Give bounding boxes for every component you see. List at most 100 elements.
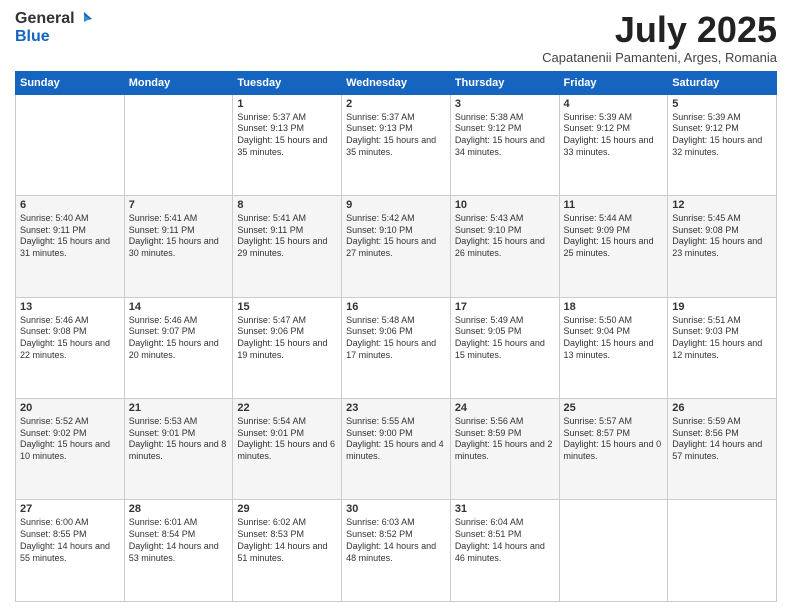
calendar-cell: 4 Sunrise: 5:39 AM Sunset: 9:12 PM Daylig… [559,94,668,195]
calendar-week-5: 27Sunrise: 6:00 AM Sunset: 8:55 PM Dayli… [16,500,777,602]
col-sunday: Sunday [16,71,125,94]
calendar-cell: 15 Sunrise: 5:47 AM Sunset: 9:06 PM Dayli… [233,297,342,398]
calendar-cell: 22 Sunrise: 5:54 AM Sunset: 9:01 PM Dayli… [233,399,342,500]
cell-content: Sunrise: 5:37 AM Sunset: 9:13 PM Dayligh… [346,112,446,159]
day-number: 28 [129,503,229,515]
calendar-cell: 9 Sunrise: 5:42 AM Sunset: 9:10 PM Daylig… [342,196,451,297]
day-number: 19 [672,301,772,313]
cell-content: Sunrise: 5:54 AM Sunset: 9:01 PM Dayligh… [237,416,337,463]
calendar-cell: 28 Sunrise: 6:01 AM Sunset: 8:54 PM Dayli… [124,500,233,602]
page: General Blue July 2025 Capatanenii Paman… [0,0,792,612]
calendar-cell: 13 Sunrise: 5:46 AM Sunset: 9:08 PM Dayli… [16,297,125,398]
col-monday: Monday [124,71,233,94]
calendar-week-1: 1 Sunrise: 5:37 AM Sunset: 9:13 PM Daylig… [16,94,777,195]
calendar-cell: 31 Sunrise: 6:04 AM Sunset: 8:51 PM Dayli… [450,500,559,602]
calendar-cell: 25Sunrise: 5:57 AM Sunset: 8:57 PM Dayli… [559,399,668,500]
day-number: 10 [455,199,555,211]
day-number: 8 [237,199,337,211]
cell-content: Sunrise: 6:04 AM Sunset: 8:51 PM Dayligh… [455,517,555,564]
cell-content: Sunrise: 5:42 AM Sunset: 9:10 PM Dayligh… [346,213,446,260]
calendar-cell: 20 Sunrise: 5:52 AM Sunset: 9:02 PM Dayli… [16,399,125,500]
logo-general-text: General [15,10,75,28]
cell-content: Sunrise: 5:43 AM Sunset: 9:10 PM Dayligh… [455,213,555,260]
calendar-cell: 27Sunrise: 6:00 AM Sunset: 8:55 PM Dayli… [16,500,125,602]
day-number: 26 [672,402,772,414]
cell-content: Sunrise: 5:52 AM Sunset: 9:02 PM Dayligh… [20,416,120,463]
cell-content: Sunrise: 5:47 AM Sunset: 9:06 PM Dayligh… [237,315,337,362]
calendar-cell: 8 Sunrise: 5:41 AM Sunset: 9:11 PM Daylig… [233,196,342,297]
cell-content: Sunrise: 5:50 AM Sunset: 9:04 PM Dayligh… [564,315,664,362]
day-number: 24 [455,402,555,414]
calendar-cell: 18 Sunrise: 5:50 AM Sunset: 9:04 PM Dayli… [559,297,668,398]
day-number: 29 [237,503,337,515]
day-number: 31 [455,503,555,515]
cell-content: Sunrise: 5:55 AM Sunset: 9:00 PM Dayligh… [346,416,446,463]
calendar-cell: 6Sunrise: 5:40 AM Sunset: 9:11 PM Daylig… [16,196,125,297]
calendar-week-2: 6Sunrise: 5:40 AM Sunset: 9:11 PM Daylig… [16,196,777,297]
day-number: 11 [564,199,664,211]
cell-content: Sunrise: 5:41 AM Sunset: 9:11 PM Dayligh… [237,213,337,260]
cell-content: Sunrise: 5:57 AM Sunset: 8:57 PM Dayligh… [564,416,664,463]
day-number: 5 [672,98,772,110]
logo-blue-text: Blue [15,28,92,46]
logo: General Blue [15,10,92,46]
day-number: 4 [564,98,664,110]
day-number: 21 [129,402,229,414]
calendar-week-3: 13 Sunrise: 5:46 AM Sunset: 9:08 PM Dayli… [16,297,777,398]
col-saturday: Saturday [668,71,777,94]
calendar-cell: 1 Sunrise: 5:37 AM Sunset: 9:13 PM Daylig… [233,94,342,195]
calendar-header-row: Sunday Monday Tuesday Wednesday Thursday… [16,71,777,94]
day-number: 30 [346,503,446,515]
day-number: 13 [20,301,120,313]
cell-content: Sunrise: 6:02 AM Sunset: 8:53 PM Dayligh… [237,517,337,564]
cell-content: Sunrise: 5:40 AM Sunset: 9:11 PM Dayligh… [20,213,120,260]
title-block: July 2025 Capatanenii Pamanteni, Arges, … [542,10,777,65]
day-number: 22 [237,402,337,414]
calendar-cell: 26Sunrise: 5:59 AM Sunset: 8:56 PM Dayli… [668,399,777,500]
cell-content: Sunrise: 6:03 AM Sunset: 8:52 PM Dayligh… [346,517,446,564]
day-number: 7 [129,199,229,211]
calendar-cell: 14 Sunrise: 5:46 AM Sunset: 9:07 PM Dayli… [124,297,233,398]
cell-content: Sunrise: 5:44 AM Sunset: 9:09 PM Dayligh… [564,213,664,260]
logo-wing-icon [76,11,92,27]
col-wednesday: Wednesday [342,71,451,94]
calendar-cell: 10 Sunrise: 5:43 AM Sunset: 9:10 PM Dayli… [450,196,559,297]
cell-content: Sunrise: 5:49 AM Sunset: 9:05 PM Dayligh… [455,315,555,362]
calendar-cell: 17Sunrise: 5:49 AM Sunset: 9:05 PM Dayli… [450,297,559,398]
calendar-cell [668,500,777,602]
day-number: 2 [346,98,446,110]
day-number: 18 [564,301,664,313]
cell-content: Sunrise: 5:37 AM Sunset: 9:13 PM Dayligh… [237,112,337,159]
day-number: 20 [20,402,120,414]
day-number: 1 [237,98,337,110]
calendar-cell [16,94,125,195]
calendar-cell: 5Sunrise: 5:39 AM Sunset: 9:12 PM Daylig… [668,94,777,195]
calendar-cell: 3Sunrise: 5:38 AM Sunset: 9:12 PM Daylig… [450,94,559,195]
day-number: 23 [346,402,446,414]
calendar-week-4: 20 Sunrise: 5:52 AM Sunset: 9:02 PM Dayli… [16,399,777,500]
calendar-cell: 7Sunrise: 5:41 AM Sunset: 9:11 PM Daylig… [124,196,233,297]
calendar-cell: 2 Sunrise: 5:37 AM Sunset: 9:13 PM Daylig… [342,94,451,195]
col-tuesday: Tuesday [233,71,342,94]
cell-content: Sunrise: 5:53 AM Sunset: 9:01 PM Dayligh… [129,416,229,463]
cell-content: Sunrise: 6:01 AM Sunset: 8:54 PM Dayligh… [129,517,229,564]
cell-content: Sunrise: 5:46 AM Sunset: 9:08 PM Dayligh… [20,315,120,362]
calendar-cell: 23 Sunrise: 5:55 AM Sunset: 9:00 PM Dayli… [342,399,451,500]
cell-content: Sunrise: 5:45 AM Sunset: 9:08 PM Dayligh… [672,213,772,260]
calendar-cell: 12Sunrise: 5:45 AM Sunset: 9:08 PM Dayli… [668,196,777,297]
calendar-cell: 11 Sunrise: 5:44 AM Sunset: 9:09 PM Dayli… [559,196,668,297]
calendar-cell: 24Sunrise: 5:56 AM Sunset: 8:59 PM Dayli… [450,399,559,500]
month-title: July 2025 [542,10,777,50]
calendar-cell [124,94,233,195]
location-title: Capatanenii Pamanteni, Arges, Romania [542,50,777,65]
day-number: 27 [20,503,120,515]
cell-content: Sunrise: 5:39 AM Sunset: 9:12 PM Dayligh… [564,112,664,159]
col-friday: Friday [559,71,668,94]
calendar-cell: 16Sunrise: 5:48 AM Sunset: 9:06 PM Dayli… [342,297,451,398]
day-number: 14 [129,301,229,313]
day-number: 9 [346,199,446,211]
calendar-cell: 21 Sunrise: 5:53 AM Sunset: 9:01 PM Dayli… [124,399,233,500]
day-number: 15 [237,301,337,313]
cell-content: Sunrise: 5:46 AM Sunset: 9:07 PM Dayligh… [129,315,229,362]
cell-content: Sunrise: 5:48 AM Sunset: 9:06 PM Dayligh… [346,315,446,362]
